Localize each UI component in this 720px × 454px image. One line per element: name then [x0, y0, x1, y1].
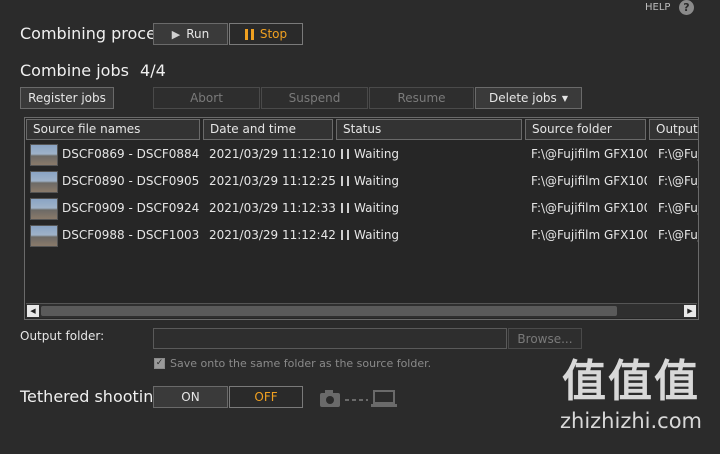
caret-down-icon: ▼ [561, 93, 568, 103]
delete-jobs-label: Delete jobs [489, 91, 557, 105]
tether-on-button[interactable]: ON [153, 386, 228, 408]
output-folder-label: Output folder: [20, 329, 105, 343]
status-text: Waiting [354, 147, 400, 161]
output-folder-cell: F:\@Fuj [658, 201, 698, 215]
combining-process-label: Combining process [20, 24, 173, 43]
jobs-table: Source file names Date and time Status S… [24, 117, 699, 320]
waiting-icon [341, 149, 349, 159]
waiting-icon [341, 230, 349, 240]
source-folder-cell: F:\@Fujifilm GFX100 [531, 174, 647, 188]
help-icon[interactable]: ? [679, 0, 694, 15]
watermark-text: zhizhizhi.com [559, 409, 703, 433]
column-header-source-folder[interactable]: Source folder [525, 119, 646, 140]
stop-label: Stop [259, 27, 288, 41]
watermark-logo: 值值值 zhizhizhi.com [546, 356, 716, 448]
output-folder-input[interactable] [153, 328, 507, 349]
watermark-glyphs: 值值值 [562, 356, 700, 407]
scroll-left-icon[interactable]: ◀ [27, 305, 39, 317]
column-header-source-file-names[interactable]: Source file names [26, 119, 200, 140]
column-header-date-and-time[interactable]: Date and time [203, 119, 333, 140]
thumbnail-image [30, 225, 58, 247]
waiting-icon [341, 203, 349, 213]
thumbnail-image [30, 198, 58, 220]
output-folder-cell: F:\@Fuj [658, 174, 698, 188]
status-cell: Waiting [341, 195, 521, 222]
date-time-cell: 2021/03/29 11:12:10 [209, 147, 335, 161]
camera-connection-icon [318, 388, 398, 410]
source-file-names-cell: DSCF0909 - DSCF0924 [62, 201, 200, 215]
source-file-names-cell: DSCF0869 - DSCF0884 [62, 147, 200, 161]
output-folder-cell: F:\@Fuj [658, 228, 698, 242]
status-cell: Waiting [341, 222, 521, 249]
suspend-button[interactable]: Suspend [261, 87, 368, 109]
status-text: Waiting [354, 201, 400, 215]
run-label: Run [186, 27, 210, 41]
table-row[interactable]: DSCF0988 - DSCF1003 2021/03/29 11:12:42 … [25, 222, 698, 249]
same-folder-label: Save onto the same folder as the source … [170, 357, 432, 370]
tether-off-button[interactable]: OFF [229, 386, 303, 408]
column-header-output-folder[interactable]: Output f [649, 119, 698, 140]
combine-jobs-title: Combine jobs 4/4 [20, 61, 166, 80]
status-text: Waiting [354, 174, 400, 188]
register-jobs-button[interactable]: Register jobs [20, 87, 114, 109]
source-folder-cell: F:\@Fujifilm GFX100 [531, 201, 647, 215]
date-time-cell: 2021/03/29 11:12:25 [209, 174, 335, 188]
tethered-shooting-label: Tethered shooting [20, 387, 164, 406]
browse-button[interactable]: Browse... [508, 328, 582, 349]
table-row[interactable]: DSCF0869 - DSCF0884 2021/03/29 11:12:10 … [25, 141, 698, 168]
run-button[interactable]: ▶ Run [153, 23, 228, 45]
pause-icon [244, 28, 254, 40]
stop-button[interactable]: Stop [229, 23, 303, 45]
resume-button[interactable]: Resume [369, 87, 474, 109]
status-cell: Waiting [341, 141, 521, 168]
source-file-names-cell: DSCF0890 - DSCF0905 [62, 174, 200, 188]
status-cell: Waiting [341, 168, 521, 195]
table-row[interactable]: DSCF0909 - DSCF0924 2021/03/29 11:12:33 … [25, 195, 698, 222]
help-label[interactable]: HELP [645, 2, 670, 13]
thumbnail-image [30, 144, 58, 166]
source-file-names-cell: DSCF0988 - DSCF1003 [62, 228, 200, 242]
abort-button[interactable]: Abort [153, 87, 260, 109]
delete-jobs-button[interactable]: Delete jobs ▼ [475, 87, 582, 109]
date-time-cell: 2021/03/29 11:12:42 [209, 228, 335, 242]
same-folder-checkbox[interactable]: ✓ [154, 358, 165, 369]
waiting-icon [341, 176, 349, 186]
table-row[interactable]: DSCF0890 - DSCF0905 2021/03/29 11:12:25 … [25, 168, 698, 195]
play-icon: ▶ [171, 27, 181, 41]
scroll-right-icon[interactable]: ▶ [684, 305, 696, 317]
output-folder-cell: F:\@Fuj [658, 147, 698, 161]
horizontal-scrollbar[interactable]: ◀ ▶ [26, 303, 697, 318]
thumbnail-image [30, 171, 58, 193]
source-folder-cell: F:\@Fujifilm GFX100 [531, 147, 647, 161]
combine-jobs-count: 4/4 [140, 61, 166, 80]
combine-jobs-label: Combine jobs [20, 61, 129, 80]
status-text: Waiting [354, 228, 400, 242]
date-time-cell: 2021/03/29 11:12:33 [209, 201, 335, 215]
column-header-status[interactable]: Status [336, 119, 522, 140]
source-folder-cell: F:\@Fujifilm GFX100 [531, 228, 647, 242]
scrollbar-thumb[interactable] [41, 306, 617, 316]
